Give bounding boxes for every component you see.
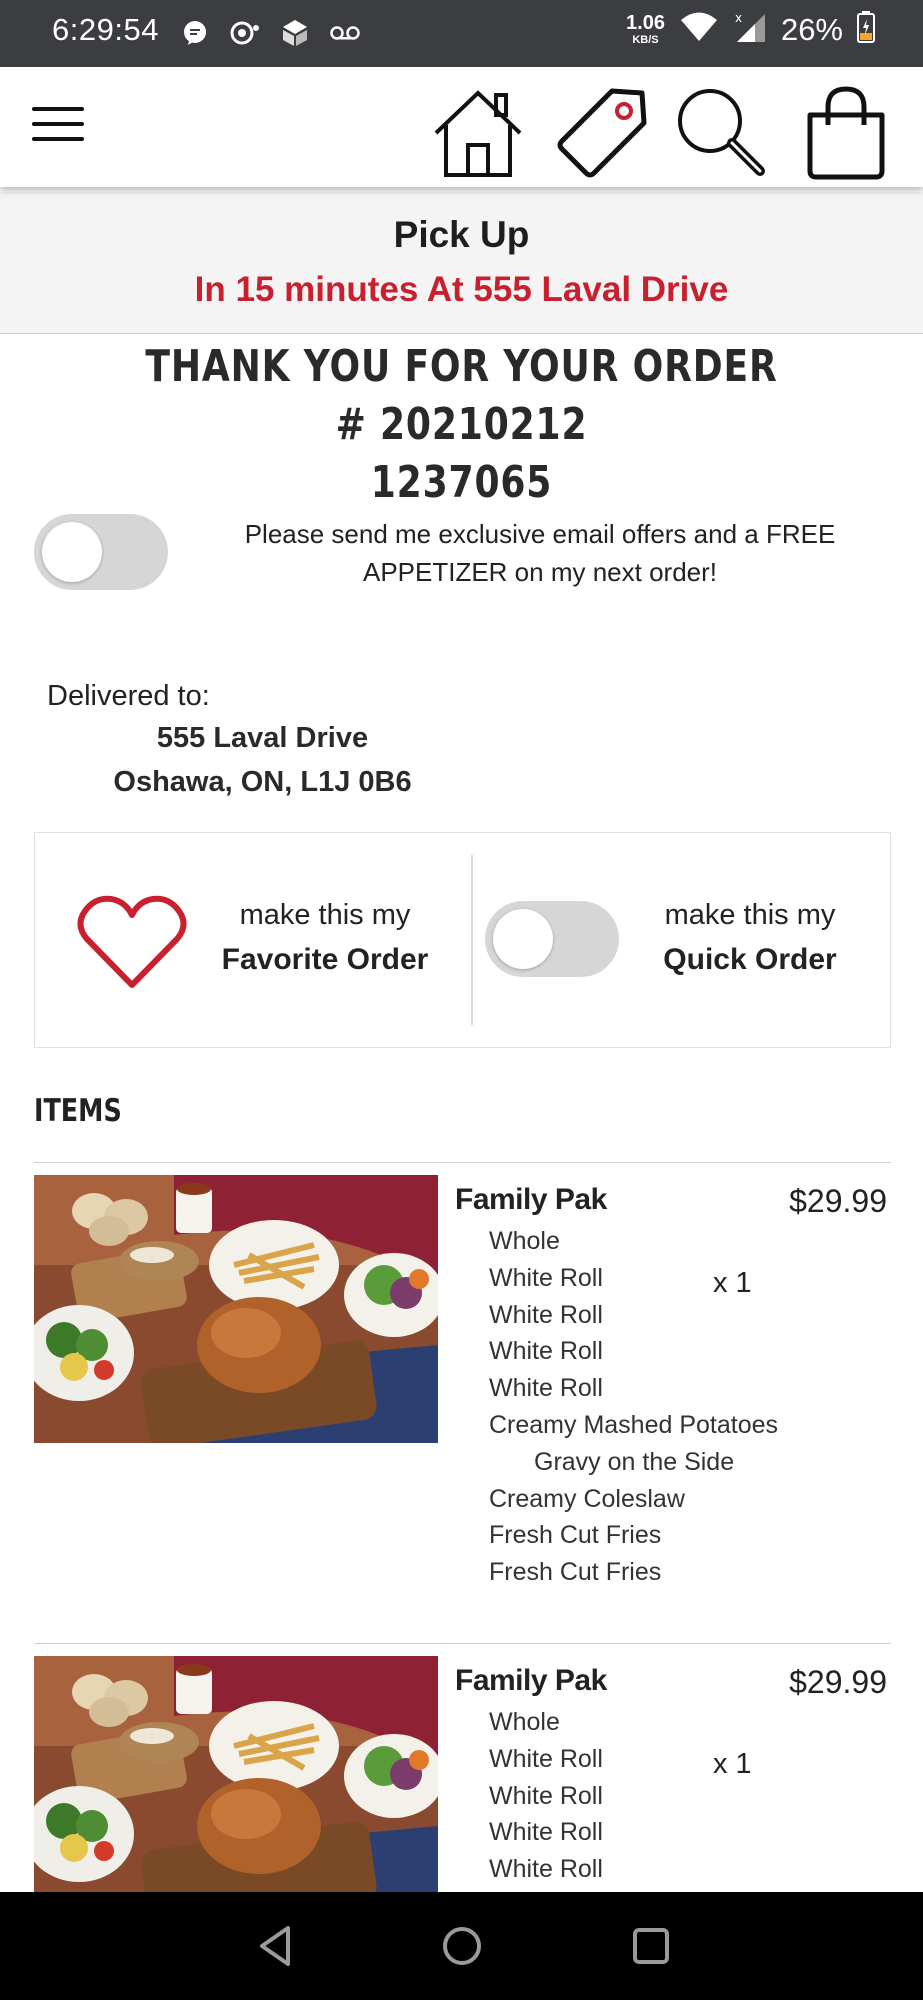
order-title-line1: THANK YOU FOR YOUR ORDER # 20210212 [145, 341, 778, 450]
pickup-banner: Pick Up In 15 minutes At 555 Laval Drive [0, 192, 923, 334]
back-icon[interactable] [250, 1920, 302, 1972]
item-modifier: White Roll [489, 1855, 603, 1884]
item-modifier: White Roll [489, 1818, 603, 1847]
email-optin-text: Please send me exclusive email offers an… [244, 519, 836, 587]
quick-order-label: Quick Order [663, 943, 837, 976]
menu-icon[interactable] [32, 107, 84, 147]
item-modifier: White Roll [489, 1263, 603, 1292]
panel-divider [471, 855, 473, 1025]
item-price: $29.99 [789, 1664, 887, 1700]
order-item: Family Pak $29.99 x 1 Whole White Roll W… [34, 1643, 891, 1924]
item-modifier: White Roll [489, 1300, 603, 1329]
item-modifier: White Roll [489, 1374, 603, 1403]
battery-charging-icon [857, 11, 875, 48]
recents-icon[interactable] [625, 1920, 677, 1972]
item-name: Family Pak [455, 1664, 607, 1697]
search-icon[interactable] [672, 85, 768, 181]
message-notification-icon [180, 18, 210, 48]
delivery-address-line2: Oshawa, ON, L1J 0B6 [113, 766, 412, 798]
heart-icon[interactable] [77, 895, 187, 991]
cell-signal-icon: x [733, 10, 767, 49]
home-icon[interactable] [430, 85, 526, 181]
voicemail-icon [330, 18, 360, 48]
item-modifier: Whole [489, 1708, 560, 1736]
item-name: Family Pak [455, 1183, 607, 1216]
offers-tag-icon[interactable] [552, 85, 648, 181]
favorite-order-label[interactable]: Favorite Order [195, 943, 455, 977]
podcast-notification-icon [230, 18, 260, 48]
order-item: Family Pak $29.99 x 1 Whole White Roll W… [34, 1162, 891, 1642]
item-modifier: Fresh Cut Fries [489, 1558, 662, 1587]
item-modifier: Creamy Coleslaw [489, 1484, 685, 1513]
pickup-title: Pick Up [393, 214, 530, 255]
svg-text:x: x [735, 11, 742, 25]
delivered-to-label: Delivered to: [47, 680, 210, 712]
quick-order-toggle[interactable] [485, 901, 619, 977]
item-modifier: White Roll [489, 1337, 603, 1366]
favorite-quick-order-panel: make this my Favorite Order make this my… [34, 832, 891, 1048]
item-modifier: White Roll [489, 1781, 603, 1810]
item-modifier: White Roll [489, 1744, 603, 1773]
delivery-address-line1: 555 Laval Drive [156, 722, 369, 754]
wifi-icon [679, 11, 719, 48]
item-modifiers: Whole White Roll White Roll White Roll W… [489, 1223, 778, 1591]
item-quantity: x 1 [713, 1748, 752, 1780]
item-photo [34, 1656, 438, 1924]
notification-icons [180, 14, 360, 52]
app-header [0, 67, 923, 187]
email-optin-toggle[interactable] [34, 514, 168, 590]
pickup-subtitle: In 15 minutes At 555 Laval Drive [194, 270, 729, 309]
item-modifier: Whole [489, 1227, 560, 1255]
item-photo [34, 1175, 438, 1443]
item-price: $29.99 [789, 1183, 887, 1219]
app-notification-icon [280, 18, 310, 48]
status-time: 6:29:54 [52, 12, 159, 47]
item-modifier: Fresh Cut Fries [489, 1521, 662, 1550]
quick-order-label-top: make this my [664, 899, 836, 931]
system-navigation-bar [0, 1892, 923, 2000]
order-title-line2: 1237065 [370, 457, 553, 508]
items-heading: ITEMS [34, 1093, 122, 1129]
order-confirmation-title: THANK YOU FOR YOUR ORDER # 20210212 1237… [132, 338, 790, 512]
status-bar: 6:29:54 1.06 KB/S x 26% [0, 0, 923, 67]
favorite-order-label-top: make this my [239, 899, 411, 931]
item-modifier: Creamy Mashed Potatoes [489, 1410, 779, 1439]
item-sub-modifier: Gravy on the Side [534, 1447, 735, 1476]
shopping-bag-icon[interactable] [798, 85, 894, 181]
network-speed: 1.06 KB/S [626, 12, 665, 46]
item-modifiers: Whole White Roll White Roll White Roll W… [489, 1704, 603, 1888]
battery-percent: 26% [780, 11, 843, 47]
home-circle-icon[interactable] [436, 1920, 488, 1972]
